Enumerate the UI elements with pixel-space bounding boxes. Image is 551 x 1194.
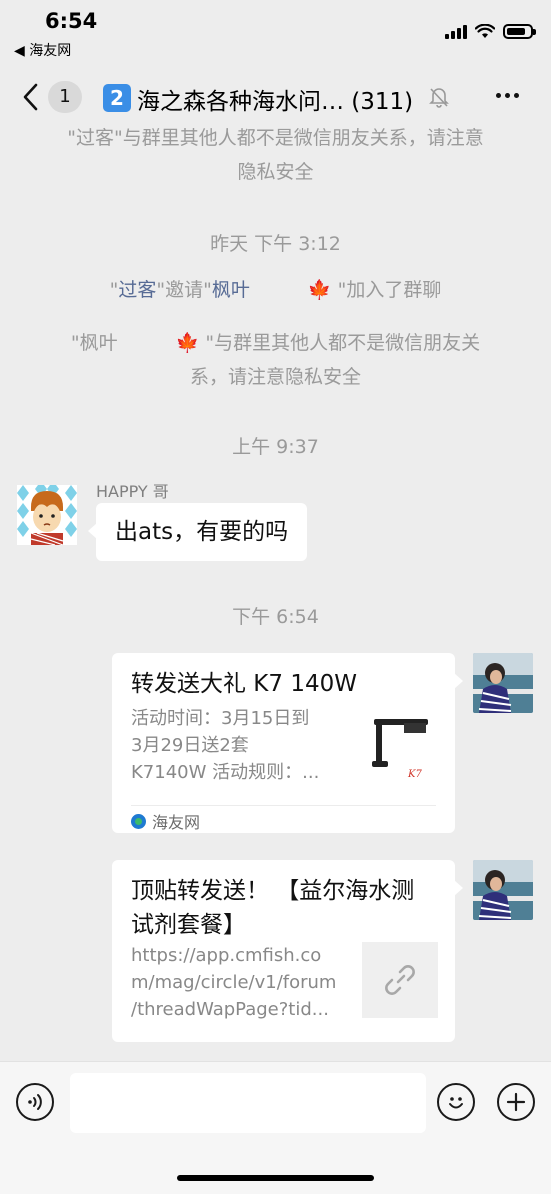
- message-bubble[interactable]: 出ats，有要的吗: [87, 503, 308, 561]
- card-url: https://app.cmfish.co m/mag/circle/v1/fo…: [131, 945, 337, 1020]
- link-card-test-kit[interactable]: 顶贴转发送！ 【益尔海水测 试剂套餐】 https://app.cmfish.c…: [112, 860, 463, 1042]
- timestamp: 下午 6:54: [232, 606, 319, 628]
- wifi-icon: [475, 24, 495, 38]
- system-notice-privacy-2: "枫叶 🍁 "与群里其他人都不是微信朋友关 系，请注意隐私安全: [0, 326, 551, 394]
- plus-icon: [506, 1092, 526, 1112]
- voice-input-button[interactable]: [16, 1083, 54, 1121]
- system-notice-privacy: "过客"与群里其他人都不是微信朋友关系，请注意 隐私安全: [67, 127, 484, 183]
- back-to-app-link[interactable]: ◀ 海友网: [14, 40, 71, 60]
- unread-count-badge[interactable]: 1: [48, 81, 82, 113]
- system-notice-invite: "过客"邀请"枫叶 🍁 "加入了群聊: [0, 273, 551, 307]
- message-input[interactable]: [70, 1073, 426, 1133]
- chat-title[interactable]: 海之森各种海水问… (311): [137, 82, 413, 116]
- smiley-icon: [449, 1097, 463, 1109]
- home-indicator[interactable]: [177, 1175, 374, 1181]
- status-icons: [445, 24, 536, 39]
- link-thumbnail: [362, 942, 438, 1018]
- card-title: 转发送大礼 K7 140W: [131, 671, 357, 697]
- invitee-name[interactable]: 枫叶: [212, 279, 250, 301]
- maple-leaf-icon: 🍁: [307, 279, 332, 301]
- avatar-self[interactable]: [473, 860, 533, 920]
- timestamp: 昨天 下午 3:12: [210, 233, 341, 255]
- avatar-self[interactable]: [473, 653, 533, 713]
- emoji-button[interactable]: [437, 1083, 475, 1121]
- status-time: 6:54: [45, 9, 98, 33]
- voice-icon: [28, 1094, 42, 1110]
- avatar-happy[interactable]: [17, 485, 77, 545]
- card-thumbnail: K7: [368, 711, 438, 781]
- link-card-k7[interactable]: 转发送大礼 K7 140W 活动时间：3月15日到 3月29日送2套 K7140…: [112, 653, 463, 833]
- group-number-icon: 2: [103, 84, 131, 112]
- back-arrow-icon[interactable]: [20, 82, 42, 112]
- sender-name: HAPPY 哥: [96, 482, 169, 501]
- haiyou-logo-icon: [131, 813, 146, 829]
- more-options-icon[interactable]: [496, 93, 519, 98]
- svg-text:K7: K7: [407, 769, 422, 780]
- maple-leaf-icon: 🍁: [175, 332, 200, 354]
- mute-bell-icon: [429, 88, 449, 108]
- signal-icon: [445, 24, 467, 39]
- link-icon: [385, 965, 415, 995]
- card-description: 活动时间：3月15日到 3月29日送2套 K7140W 活动规则：...: [131, 708, 320, 783]
- card-source: 海友网: [131, 809, 200, 833]
- card-title: 顶贴转发送！ 【益尔海水测 试剂套餐】: [131, 878, 415, 938]
- timestamp: 上午 9:37: [232, 436, 319, 458]
- inviter-name[interactable]: 过客: [118, 279, 156, 301]
- more-actions-button[interactable]: [497, 1083, 535, 1121]
- battery-icon: [503, 24, 536, 39]
